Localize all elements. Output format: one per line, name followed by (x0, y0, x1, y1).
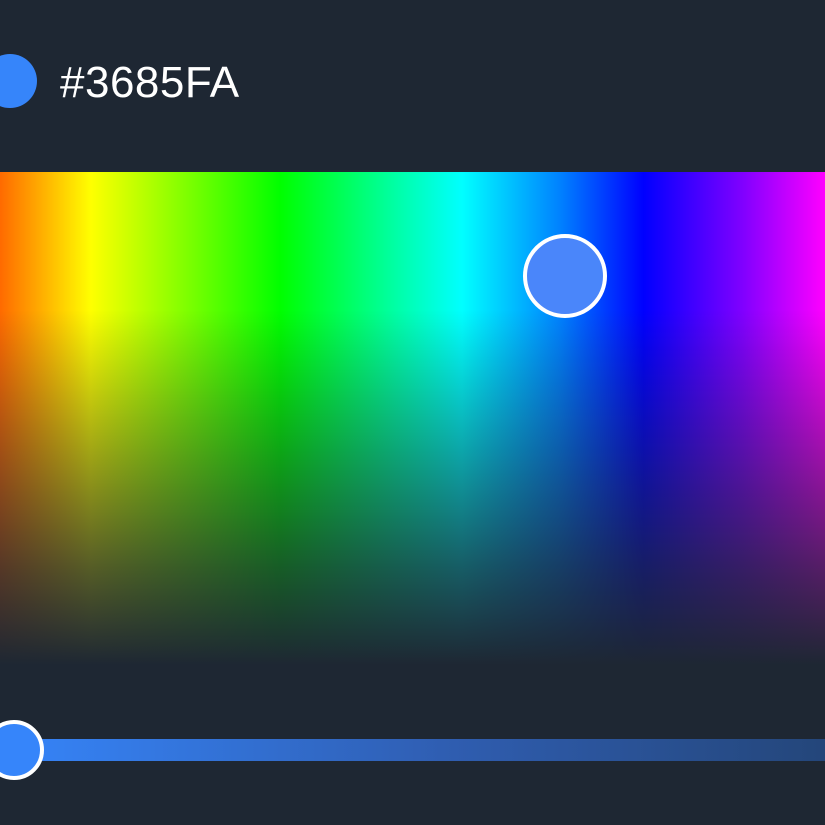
color-picker: #3685FA (0, 0, 825, 825)
hue-saturation-spectrum[interactable] (0, 172, 825, 665)
hex-value-label[interactable]: #3685FA (60, 58, 240, 108)
spectrum-picker-handle[interactable] (523, 234, 607, 318)
darkness-overlay (0, 172, 825, 665)
slider-track[interactable] (0, 739, 825, 761)
color-swatch-icon (0, 54, 37, 108)
color-header: #3685FA (0, 0, 825, 172)
opacity-slider[interactable] (0, 700, 825, 800)
slider-thumb-handle[interactable] (0, 720, 44, 780)
